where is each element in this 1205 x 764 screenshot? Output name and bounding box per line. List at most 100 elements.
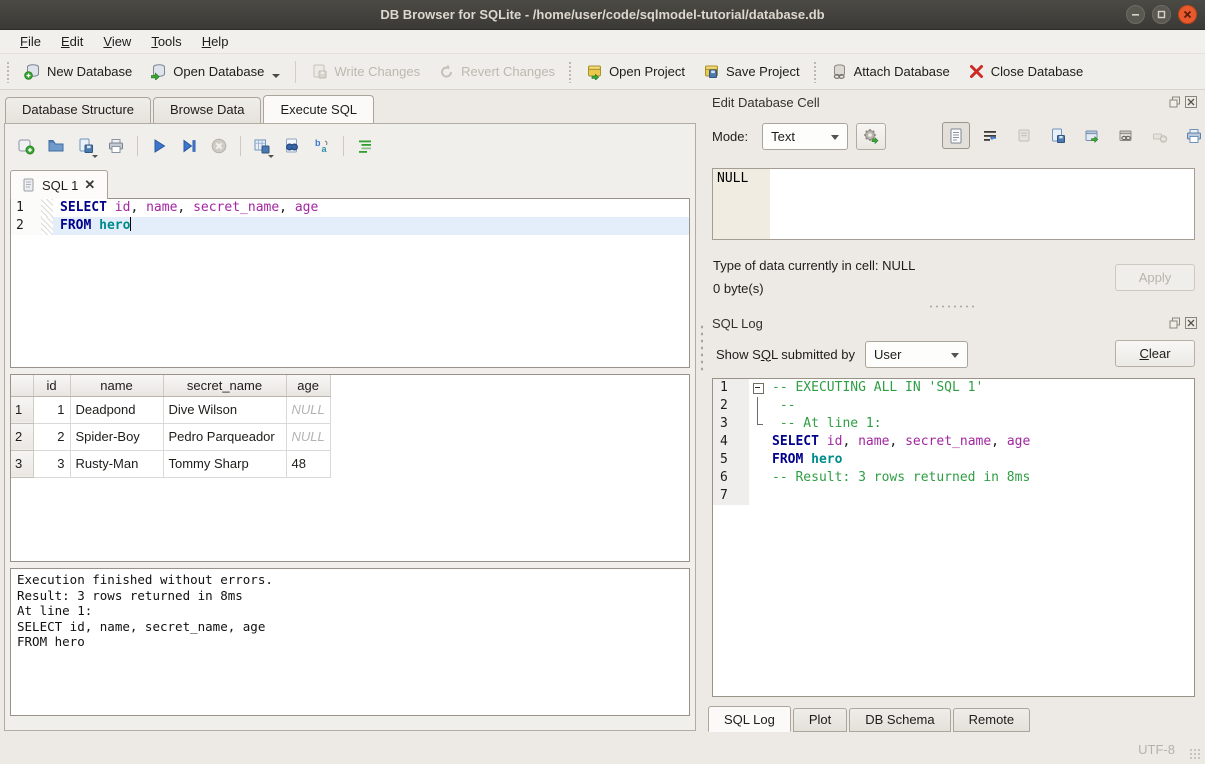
code-line[interactable]: 5FROM hero [713,451,1194,469]
table-cell[interactable]: Spider-Boy [70,423,163,450]
table-cell[interactable]: Rusty-Man [70,450,163,477]
revert-changes-button[interactable]: Revert Changes [429,58,564,85]
new-sql-tab-button[interactable] [13,133,39,159]
table-cell[interactable]: NULL [286,396,330,423]
column-header-secret_name[interactable]: secret_name [163,375,286,396]
sql-log-view[interactable]: 1-- EXECUTING ALL IN 'SQL 1'2 --3 -- At … [712,378,1195,697]
column-header-name[interactable]: name [70,375,163,396]
table-cell[interactable]: 3 [33,450,70,477]
minimize-icon[interactable] [1126,5,1145,24]
mode-combobox[interactable]: Text [762,123,848,150]
tab-db-schema[interactable]: DB Schema [849,708,950,732]
text-mode-button[interactable] [942,122,970,149]
save-project-button[interactable]: Save Project [694,58,809,85]
close-sql-tab-icon[interactable]: ✕ [84,177,95,193]
column-header-id[interactable]: id [33,375,70,396]
apply-settings-button[interactable] [856,123,886,150]
code-line[interactable]: 3 -- At line 1: [713,415,1194,433]
table-cell[interactable]: 48 [286,450,330,477]
word-wrap-button[interactable] [976,122,1004,149]
attach-database-button[interactable]: Attach Database [822,58,959,85]
toolbar-handle[interactable] [568,61,573,83]
tab-remote[interactable]: Remote [953,708,1031,732]
export-data-button[interactable] [1078,122,1106,149]
print-cell-button[interactable] [1180,122,1205,149]
menu-edit[interactable]: Edit [51,32,93,51]
menu-tools[interactable]: Tools [141,32,191,51]
apply-button[interactable]: Apply [1115,264,1195,291]
toolbar-handle[interactable] [6,61,11,83]
float-icon[interactable] [1169,96,1181,108]
save-sql-file-icon [77,137,95,155]
format-sql-button[interactable] [352,133,378,159]
tab-database-structure[interactable]: Database Structure [5,97,151,123]
open-project-button[interactable]: Open Project [577,58,694,85]
tab-execute-sql[interactable]: Execute SQL [263,95,374,123]
code-line[interactable]: 7 [713,487,1194,505]
table-cell[interactable]: 2 [33,423,70,450]
resize-grip-icon[interactable] [1189,748,1202,761]
code-line[interactable]: 1SELECT id, name, secret_name, age [11,199,689,217]
write-changes-button[interactable]: Write Changes [302,58,429,85]
print-sql-button[interactable] [103,133,129,159]
tab-sql-log[interactable]: SQL Log [708,706,791,732]
table-cell[interactable]: Deadpond [70,396,163,423]
menu-view[interactable]: View [93,32,141,51]
import-file-icon [1015,127,1033,145]
execute-current-line-button[interactable] [176,133,202,159]
table-cell[interactable]: 1 [33,396,70,423]
code-line[interactable]: 1-- EXECUTING ALL IN 'SQL 1' [713,379,1194,397]
submitted-by-combobox[interactable]: User [865,341,968,368]
row-header[interactable]: 2 [11,423,33,450]
open-sql-file-icon [47,137,65,155]
open-sql-file-button[interactable] [43,133,69,159]
maximize-icon[interactable] [1152,5,1171,24]
code-line[interactable]: 2FROM hero [11,217,689,235]
find-replace-button[interactable]: ba [309,133,335,159]
stop-button[interactable] [206,133,232,159]
row-header[interactable]: 1 [11,396,33,423]
horizontal-splitter[interactable] [928,304,974,309]
clear-button[interactable]: Clear [1115,340,1195,367]
sql-editor[interactable]: 1SELECT id, name, secret_name, age2FROM … [10,198,690,368]
column-header-age[interactable]: age [286,375,330,396]
tab-plot[interactable]: Plot [793,708,847,732]
float-icon[interactable] [1169,317,1181,329]
code-line[interactable]: 6-- Result: 3 rows returned in 8ms [713,469,1194,487]
set-null-button[interactable] [1146,122,1174,149]
execute-all-button[interactable] [146,133,172,159]
save-results-button[interactable] [249,133,275,159]
save-results-dropdown-icon[interactable] [268,155,274,158]
save-sql-file-button[interactable] [73,133,99,159]
close-dock-icon[interactable] [1185,96,1197,108]
find-button[interactable] [279,133,305,159]
open-database-dropdown-icon[interactable] [272,74,280,78]
menu-file[interactable]: File [10,32,51,51]
open-url-button[interactable] [1112,122,1140,149]
export-file-button[interactable] [1044,122,1072,149]
close-database-button[interactable]: Close Database [959,58,1093,85]
new-database-icon [24,63,41,80]
code-line[interactable]: 2 -- [713,397,1194,415]
corner-header[interactable] [11,375,33,396]
toolbar-handle[interactable] [813,61,818,83]
row-header[interactable]: 3 [11,450,33,477]
table-cell[interactable]: NULL [286,423,330,450]
fold-marker-icon[interactable] [749,379,770,397]
import-file-button[interactable] [1010,122,1038,149]
menu-help[interactable]: Help [192,32,239,51]
code-line[interactable]: 4SELECT id, name, secret_name, age [713,433,1194,451]
sql-editor-tab[interactable]: SQL 1 ✕ [10,170,108,199]
new-database-button[interactable]: New Database [15,58,141,85]
tab-browse-data[interactable]: Browse Data [153,97,261,123]
save-sql-dropdown-icon[interactable] [92,155,98,158]
table-cell[interactable]: Dive Wilson [163,396,286,423]
titlebar[interactable]: DB Browser for SQLite - /home/user/code/… [0,0,1205,30]
close-icon[interactable] [1178,5,1197,24]
close-dock-icon[interactable] [1185,317,1197,329]
open-database-button[interactable]: Open Database [141,58,289,85]
cell-editor[interactable]: NULL [712,168,1195,240]
table-cell[interactable]: Tommy Sharp [163,450,286,477]
vertical-splitter[interactable] [699,325,705,371]
table-cell[interactable]: Pedro Parqueador [163,423,286,450]
